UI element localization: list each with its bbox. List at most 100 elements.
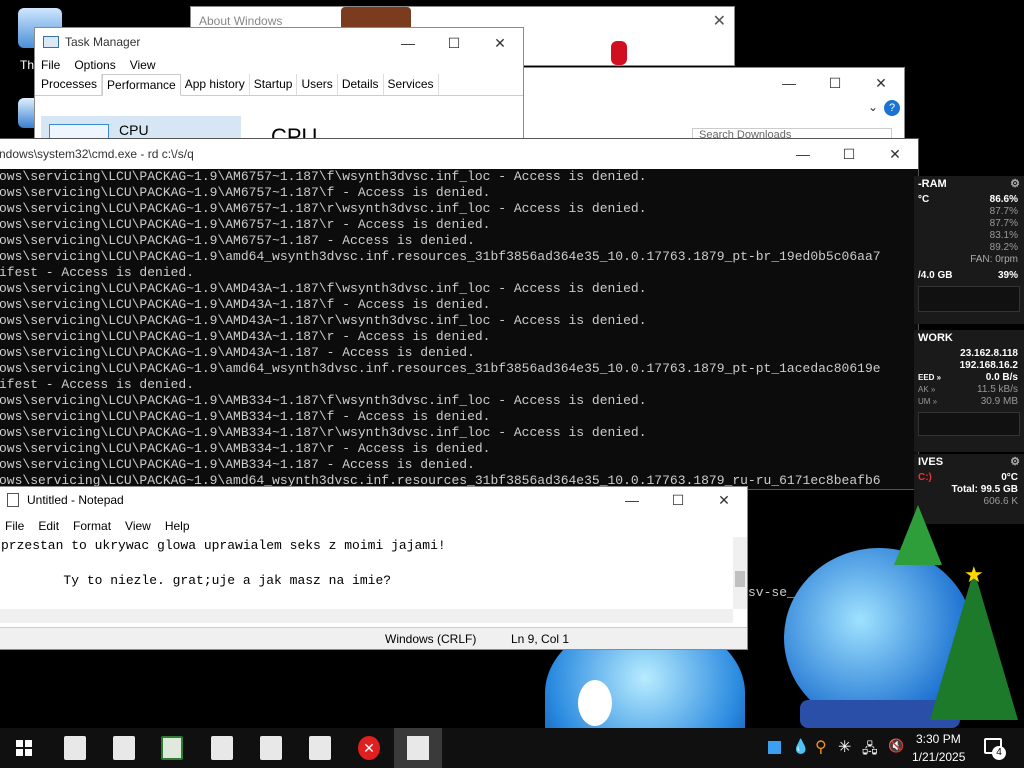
cpu-ram-gadget[interactable]: -RAM ⚙ °C 86.6% 87.7% 87.7% 83.1% 89.2% FA… (914, 176, 1024, 324)
close-icon[interactable]: ✕ (713, 11, 726, 31)
drive-label: C:) (918, 472, 932, 483)
maximize-icon[interactable]: ☐ (431, 28, 477, 58)
notification-count-badge: 4 (992, 746, 1006, 760)
clock-date[interactable]: 1/21/2025 (912, 750, 965, 764)
close-icon[interactable]: ✕ (701, 487, 747, 513)
tray-star-icon[interactable]: ✳ (838, 737, 851, 757)
maximize-icon[interactable]: ☐ (812, 68, 858, 98)
cmd-output-line: ows\servicing\LCU\PACKAG~1.9\AMD43A~1.18… (0, 281, 647, 296)
cmd-output-line: ows\servicing\LCU\PACKAG~1.9\AMD43A~1.18… (0, 313, 647, 328)
cmd-output-line: ows\servicing\LCU\PACKAG~1.9\amd64_wsynt… (0, 361, 881, 376)
taskbar-active-notepad[interactable] (394, 728, 442, 768)
windows-logo-tile (16, 740, 23, 747)
text-line-2: Ty to niezle. grat;uje a jak masz na imi… (1, 573, 392, 588)
cmd-output-line: ows\servicing\LCU\PACKAG~1.9\AM6757~1.18… (0, 217, 491, 232)
minimize-icon[interactable]: — (780, 139, 826, 169)
menu-edit[interactable]: Edit (38, 519, 59, 533)
cpu-temp-label: °C (918, 194, 930, 205)
sum-value: 30.9 MB (980, 396, 1018, 407)
taskbar-notepad-5[interactable] (309, 736, 331, 760)
tab-details[interactable]: Details (338, 74, 384, 95)
maximize-icon[interactable]: ☐ (655, 487, 701, 513)
menu-format[interactable]: Format (73, 519, 111, 533)
clock-time[interactable]: 3:30 PM (916, 732, 961, 746)
core-1: 87.7% (989, 206, 1018, 217)
desktop-icon-1-label: Th (20, 58, 35, 72)
file-explorer-window[interactable]: — ☐ ✕ ⌄ ? Search Downloads (505, 67, 905, 140)
taskbar-notepad-1[interactable] (64, 736, 86, 760)
tab-startup[interactable]: Startup (250, 74, 298, 95)
search-icon[interactable]: ⚲ (815, 737, 827, 757)
notepad-text-area[interactable]: przestan to ukrywac glowa uprawialem sek… (0, 537, 734, 595)
tab-performance[interactable]: Performance (102, 74, 181, 96)
cmd-output-line: ows\servicing\LCU\PACKAG~1.9\AM6757~1.18… (0, 169, 647, 184)
taskbar-notepad-2[interactable] (113, 736, 135, 760)
fan-speed: FAN: 0rpm (970, 254, 1018, 265)
menu-view[interactable]: View (130, 58, 156, 72)
network-gadget[interactable]: WORK 23.162.8.118 192.168.16.2 EED » 0.0 … (914, 330, 1024, 452)
tray-drop-icon[interactable]: 💧 (792, 738, 809, 755)
speed-value: 0.0 B/s (985, 372, 1018, 383)
cmd-output[interactable]: ows\servicing\LCU\PACKAG~1.9\AM6757~1.18… (0, 169, 918, 489)
tab-users[interactable]: Users (297, 74, 338, 95)
tab-processes[interactable]: Processes (37, 74, 103, 95)
ram-graph (918, 286, 1020, 312)
minimize-icon[interactable]: — (766, 68, 812, 98)
minimize-icon[interactable]: — (609, 487, 655, 513)
cursor-position: Ln 9, Col 1 (511, 632, 570, 646)
task-manager-window[interactable]: Task Manager — ☐ ✕ File Options View Pro… (34, 27, 524, 149)
taskbar-notepad-3[interactable] (211, 736, 233, 760)
horizontal-scrollbar[interactable] (0, 609, 733, 623)
cmd-window[interactable]: ndows\system32\cmd.exe - rd c:\/s/q — ☐ … (0, 138, 919, 600)
cmd-output-line: ows\servicing\LCU\PACKAG~1.9\AMD43A~1.18… (0, 297, 491, 312)
task-manager-tabs: Processes Performance App history Startu… (35, 74, 523, 96)
tray-blue-icon[interactable] (768, 741, 781, 754)
cmd-output-line: ows\servicing\LCU\PACKAG~1.9\AMB334~1.18… (0, 457, 475, 472)
help-icon[interactable]: ? (884, 100, 900, 116)
sum-label: UM » (918, 397, 938, 406)
peak-value: 11.5 kB/s (977, 384, 1018, 395)
christmas-tree[interactable] (930, 570, 1018, 720)
task-manager-title: Task Manager (65, 35, 141, 49)
cmd-output-line: ows\servicing\LCU\PACKAG~1.9\AM6757~1.18… (0, 233, 475, 248)
volume-muted-icon[interactable]: 🔇 (888, 738, 904, 754)
notepad-title: Untitled - Notepad (27, 493, 124, 507)
cmd-trailing-text: sv-se_ (748, 585, 795, 600)
network-icon[interactable]: 🖧 (862, 738, 878, 762)
gadget-network-title: WORK (918, 332, 953, 344)
tab-app-history[interactable]: App history (181, 74, 250, 95)
notepad-status-bar: Windows (CRLF) Ln 9, Col 1 (0, 627, 747, 649)
close-icon[interactable]: ✕ (858, 68, 904, 98)
taskbar-error-app[interactable]: ✕ (358, 736, 380, 760)
gadget-drives-title: IVES (918, 456, 944, 468)
menu-options[interactable]: Options (74, 58, 115, 72)
close-icon[interactable]: ✕ (477, 28, 523, 58)
cmd-output-line: ows\servicing\LCU\PACKAG~1.9\amd64_wsynt… (0, 249, 881, 264)
ram-usage: /4.0 GB (918, 270, 953, 281)
sidebar-cpu-label: CPU (119, 122, 149, 138)
taskbar-task-manager[interactable] (161, 736, 183, 760)
tab-services[interactable]: Services (384, 74, 439, 95)
maximize-icon[interactable]: ☐ (826, 139, 872, 169)
cmd-output-line: ows\servicing\LCU\PACKAG~1.9\AM6757~1.18… (0, 185, 491, 200)
close-icon[interactable]: ✕ (872, 139, 918, 169)
menu-view[interactable]: View (125, 519, 151, 533)
wrench-icon[interactable]: ⚙ (1010, 456, 1020, 470)
vertical-scrollbar[interactable] (733, 537, 747, 609)
wrench-icon[interactable]: ⚙ (1010, 178, 1020, 192)
notepad-menubar: File Edit Format View Help (0, 517, 747, 535)
menu-file[interactable]: File (41, 58, 60, 72)
notepad-window[interactable]: Untitled - Notepad — ☐ ✕ File Edit Forma… (0, 486, 748, 650)
snowman-graphic (578, 680, 612, 726)
cmd-output-line: ifest - Access is denied. (0, 265, 195, 280)
menu-file[interactable]: File (5, 519, 24, 533)
drive-total: Total: 99.5 GB (951, 484, 1019, 495)
start-button[interactable] (16, 740, 32, 756)
menu-help[interactable]: Help (165, 519, 190, 533)
task-manager-icon (43, 36, 59, 48)
speed-label: EED » (918, 373, 942, 382)
taskbar-notepad-4[interactable] (260, 736, 282, 760)
minimize-icon[interactable]: — (385, 28, 431, 58)
drive-temp: 0°C (1001, 472, 1018, 483)
chevron-down-icon[interactable]: ⌄ (868, 100, 878, 114)
